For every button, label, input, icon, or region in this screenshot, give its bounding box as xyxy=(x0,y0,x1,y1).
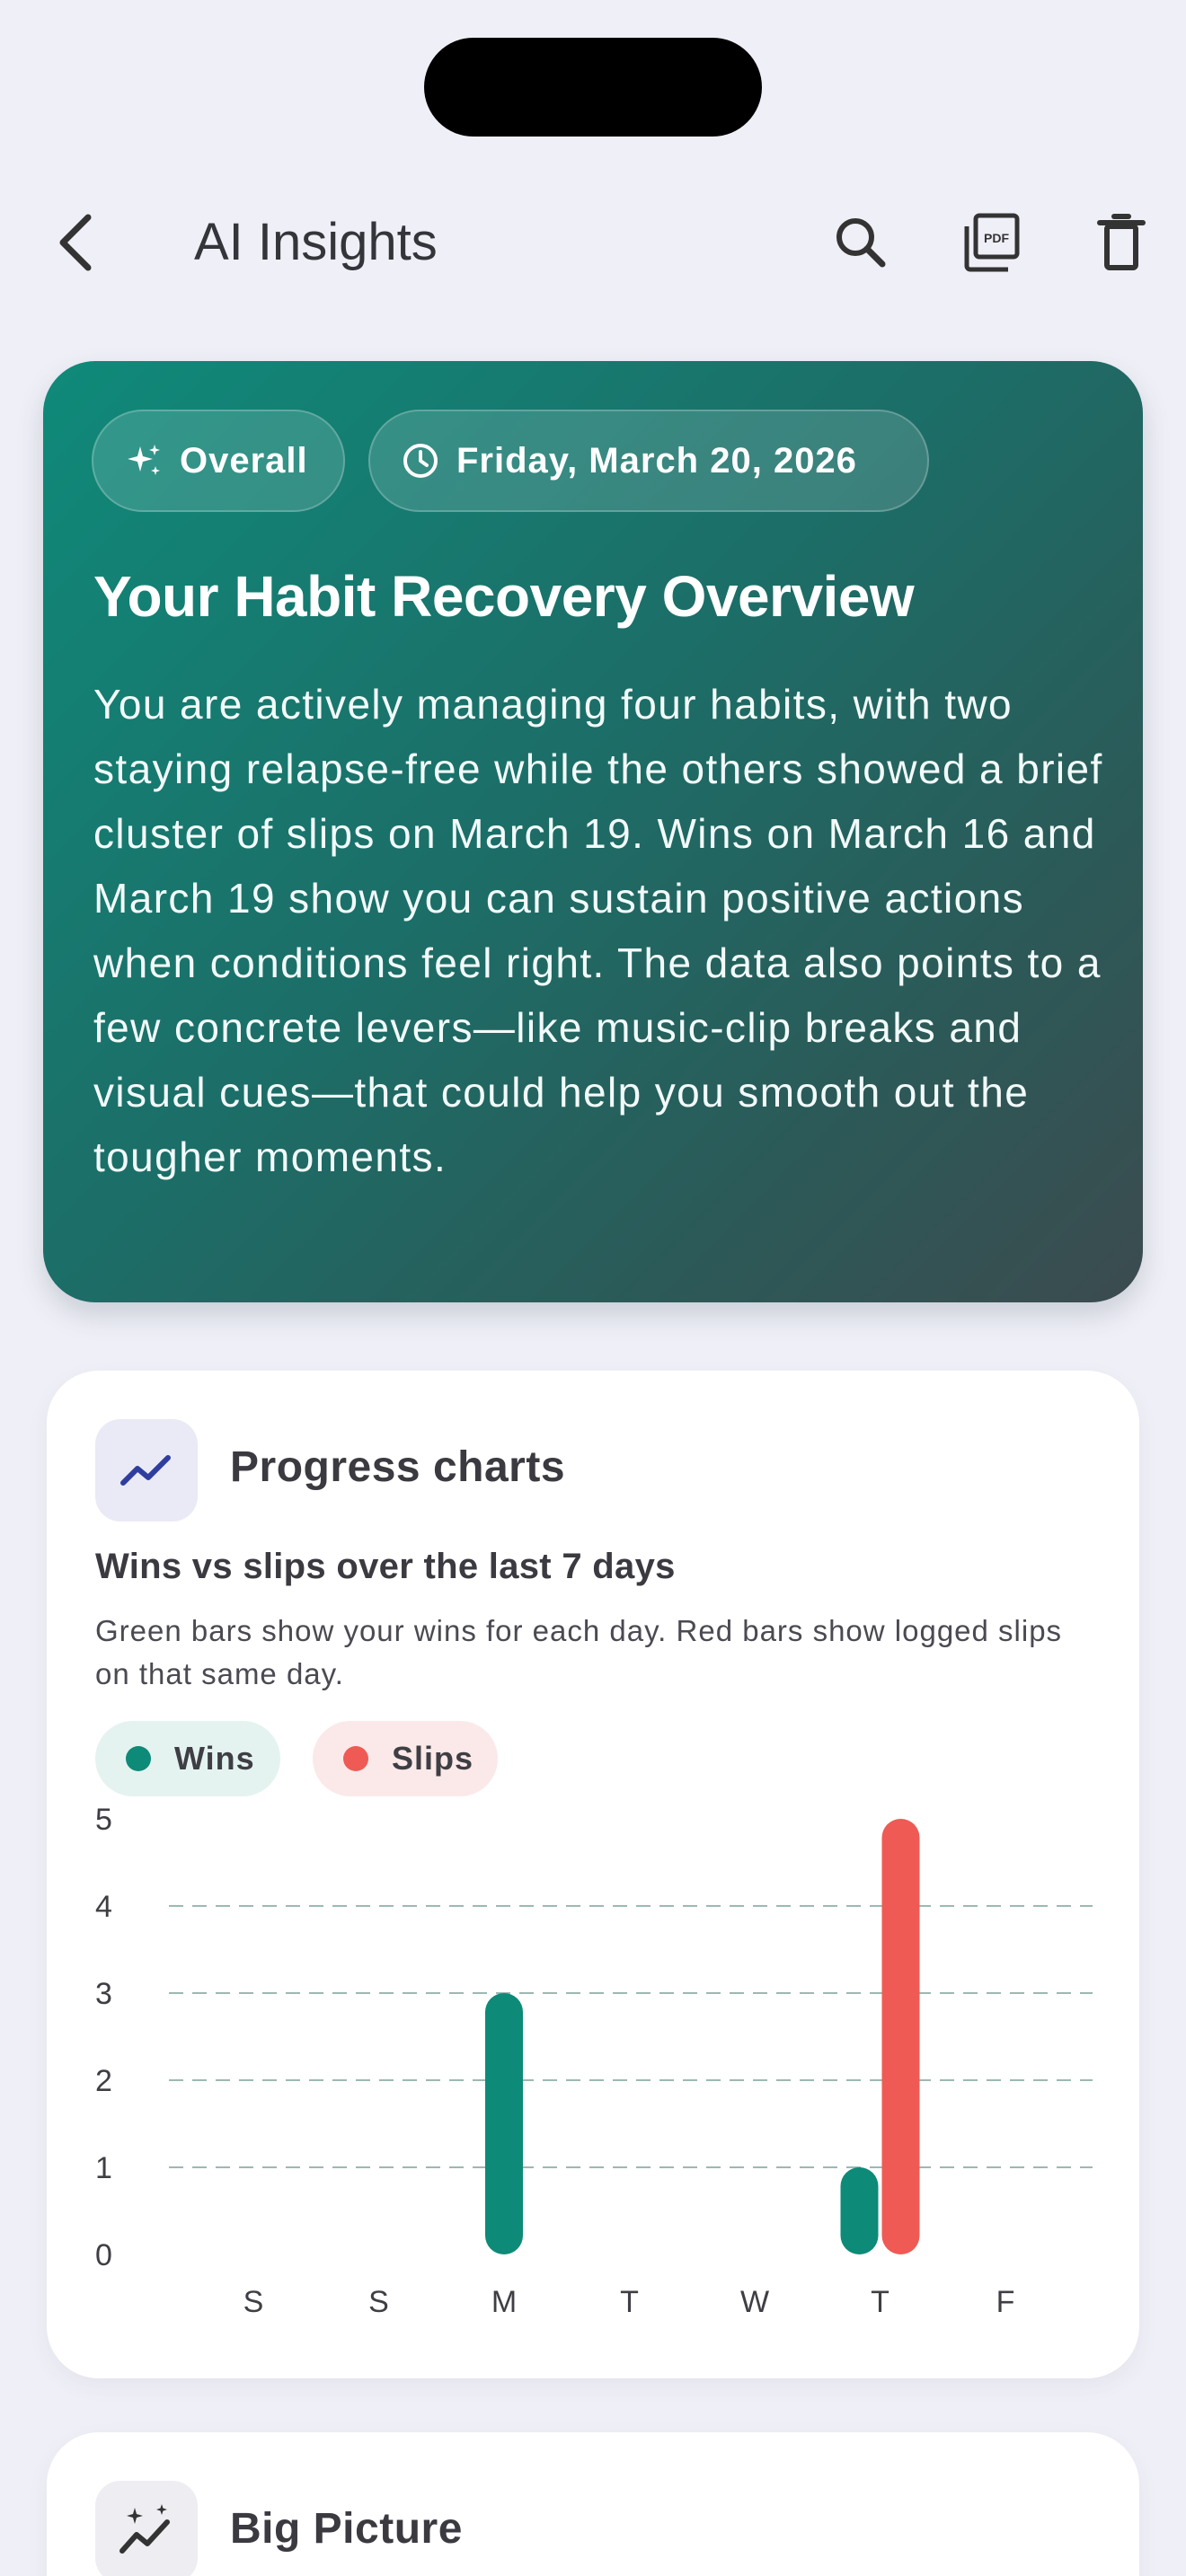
back-button[interactable] xyxy=(50,208,104,277)
y-tick-label: 1 xyxy=(95,2151,112,2185)
search-icon xyxy=(836,218,886,268)
x-tick-label: S xyxy=(243,2285,264,2319)
hero-summary: You are actively managing four habits, w… xyxy=(93,681,1103,1180)
x-tick-label: F xyxy=(996,2285,1015,2319)
export-pdf-button[interactable]: PDF xyxy=(956,207,1028,278)
search-button[interactable] xyxy=(825,207,897,278)
y-tick-label: 5 xyxy=(95,1803,112,1837)
trash-icon xyxy=(1097,214,1146,270)
slips-bar xyxy=(881,1819,920,2254)
hero-title: Your Habit Recovery Overview xyxy=(93,564,915,629)
x-tick-label: S xyxy=(368,2285,389,2319)
sparkle-trend-icon xyxy=(119,2504,170,2554)
svg-text:PDF: PDF xyxy=(984,231,1009,245)
x-tick-label: W xyxy=(740,2285,769,2319)
date-chip-label: Friday, March 20, 2026 xyxy=(456,440,857,481)
y-tick-label: 0 xyxy=(95,2238,112,2272)
y-tick-label: 3 xyxy=(95,1977,112,2011)
x-tick-label: T xyxy=(620,2285,639,2319)
big-picture-title: Big Picture xyxy=(230,2505,463,2553)
y-tick-label: 2 xyxy=(95,2064,112,2098)
y-tick-label: 4 xyxy=(95,1890,112,1924)
top-bar: AI Insights PDF xyxy=(0,180,1186,305)
wins-bar xyxy=(485,1993,523,2254)
big-picture-card: Big Picture xyxy=(47,2432,1139,2576)
x-tick-label: T xyxy=(871,2285,890,2319)
x-tick-label: M xyxy=(491,2285,517,2319)
pdf-icon: PDF xyxy=(964,213,1020,272)
big-picture-card-icon xyxy=(95,2481,198,2576)
overall-chip-label: Overall xyxy=(180,440,308,481)
progress-charts-card: Progress charts Wins vs slips over the l… xyxy=(47,1371,1139,2378)
clock-icon xyxy=(403,444,438,478)
page-title: AI Insights xyxy=(194,213,438,271)
wins-bar xyxy=(840,2167,879,2254)
chevron-left-icon xyxy=(59,214,92,271)
overview-hero-card: Overall Friday, March 20, 2026 Your Habi… xyxy=(43,361,1143,1302)
sparkle-icon xyxy=(128,445,160,475)
wins-slips-chart: 0 1 2 3 4 5 S S M T W T F xyxy=(95,1803,1093,2319)
date-chip[interactable]: Friday, March 20, 2026 xyxy=(368,410,929,512)
overall-chip[interactable]: Overall xyxy=(92,410,345,512)
dynamic-island xyxy=(424,38,762,137)
delete-button[interactable] xyxy=(1085,207,1157,278)
